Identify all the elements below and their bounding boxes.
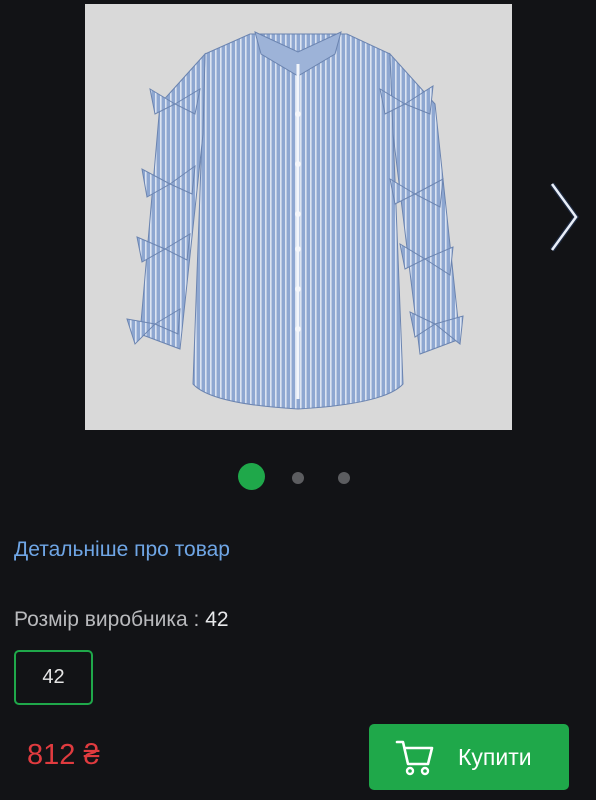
buy-button[interactable]: Купити	[369, 724, 569, 790]
chevron-right-icon	[549, 182, 580, 252]
manufacturer-size-label: Розмір виробника : 42	[14, 608, 229, 632]
carousel-dot-3[interactable]	[338, 472, 350, 484]
product-details-link[interactable]: Детальніше про товар	[14, 538, 230, 562]
carousel-pagination	[0, 463, 596, 491]
next-image-arrow[interactable]	[546, 180, 582, 254]
buy-button-label: Купити	[458, 743, 532, 770]
size-label-text: Розмір виробника :	[14, 608, 206, 631]
carousel-dot-1[interactable]	[238, 463, 265, 490]
cart-icon	[395, 740, 434, 776]
size-option-42[interactable]: 42	[14, 650, 93, 705]
carousel-dot-2[interactable]	[292, 472, 304, 484]
product-image[interactable]	[85, 4, 512, 430]
size-label-value: 42	[205, 608, 229, 631]
price: 812 ₴	[27, 739, 100, 771]
